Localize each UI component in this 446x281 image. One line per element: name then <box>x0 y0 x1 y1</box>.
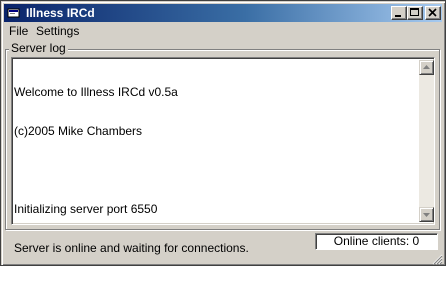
title-bar[interactable]: Illness IRCd <box>4 4 442 22</box>
log-line: Initializing server port 6550 <box>14 202 158 216</box>
log-scrollbar[interactable] <box>419 60 434 222</box>
scroll-down-button[interactable] <box>419 207 434 222</box>
menu-bar: File Settings <box>4 23 442 40</box>
menu-file[interactable]: File <box>5 24 32 39</box>
close-button[interactable] <box>425 6 441 20</box>
app-icon <box>7 6 21 20</box>
log-line: Welcome to Illness IRCd v0.5a <box>14 85 178 99</box>
arrow-down-icon <box>423 213 430 217</box>
online-clients-status: Online clients: 0 <box>315 233 438 250</box>
maximize-icon <box>410 8 419 16</box>
menu-settings[interactable]: Settings <box>32 24 83 39</box>
arrow-up-icon <box>423 65 430 69</box>
close-icon <box>428 8 437 17</box>
maximize-button[interactable] <box>407 6 423 20</box>
resize-grip-icon[interactable] <box>431 253 443 265</box>
scroll-up-button[interactable] <box>419 60 434 75</box>
server-log-textbox[interactable]: Welcome to Illness IRCd v0.5a (c)2005 Mi… <box>11 57 435 255</box>
log-line: (c)2005 Mike Chambers <box>14 124 143 138</box>
minimize-button[interactable] <box>391 6 407 20</box>
minimize-icon <box>395 15 401 17</box>
server-log-label: Server log <box>9 41 68 55</box>
main-window: Illness IRCd File Settings Server log We… <box>0 0 446 266</box>
window-title: Illness IRCd <box>26 6 95 20</box>
